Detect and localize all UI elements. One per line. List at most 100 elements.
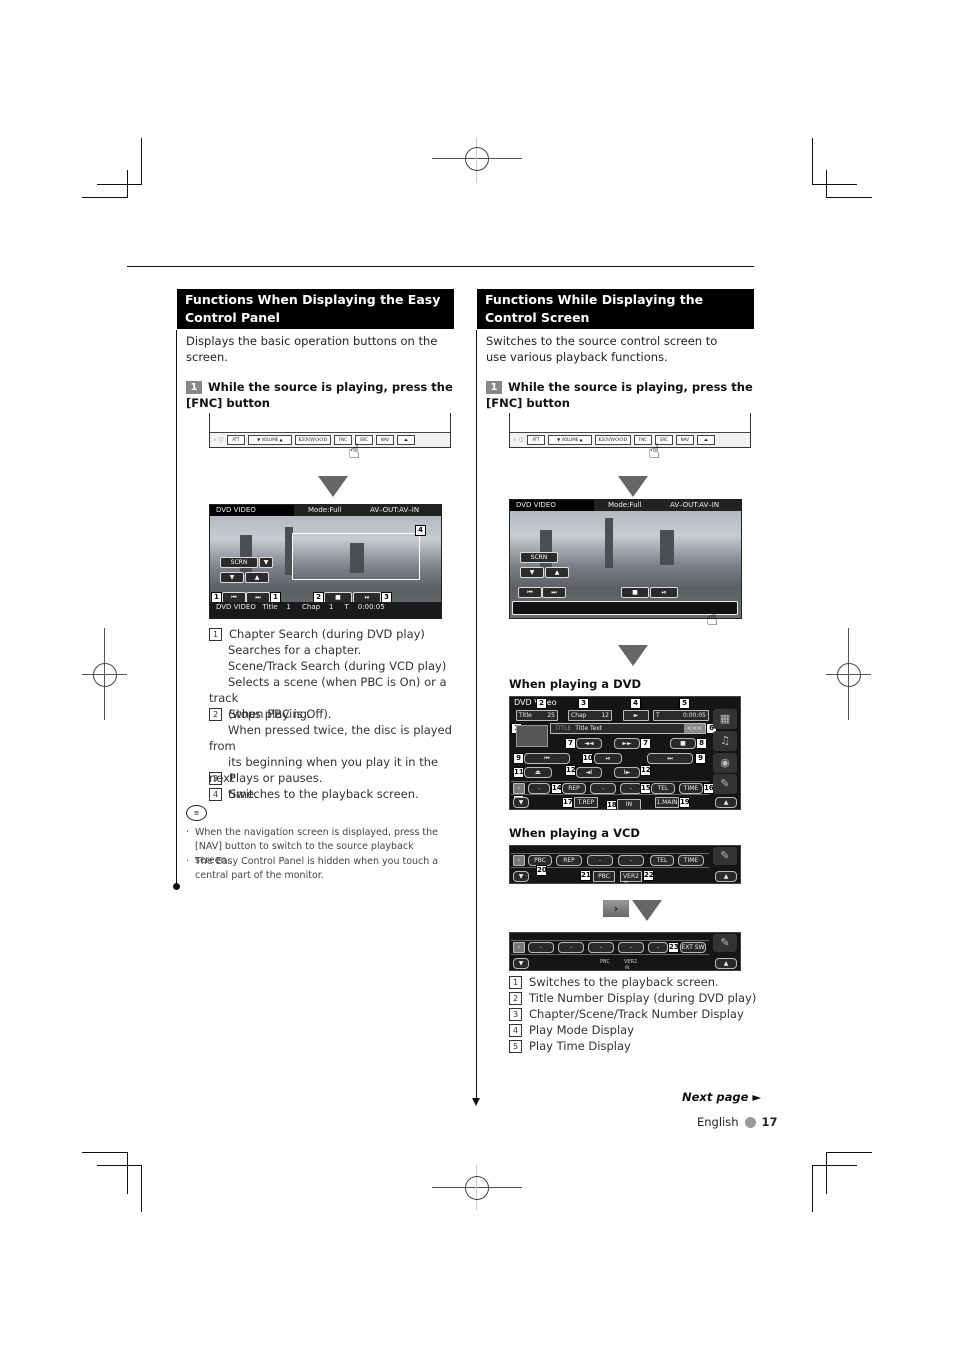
down-button[interactable]: ▼	[513, 958, 529, 969]
down-button[interactable]: ▼	[513, 797, 529, 808]
up-button[interactable]: ▲	[545, 567, 569, 578]
eject-button[interactable]: ⏏	[396, 435, 415, 445]
pbc-status: PBC	[600, 959, 610, 965]
playback-screen-button[interactable]	[516, 725, 548, 747]
dash-button[interactable]: -	[588, 942, 614, 953]
time-button[interactable]: TIME	[678, 855, 704, 866]
source-label: DVD VIDEO	[210, 505, 294, 516]
time-button[interactable]: TIME	[679, 783, 703, 794]
play-pause-button[interactable]: ⏯	[650, 587, 678, 598]
source-label: DVD VIDEO	[510, 500, 594, 511]
dash-button[interactable]: -	[587, 855, 613, 866]
legend-number: 2	[209, 708, 222, 721]
up-button[interactable]: ▲	[715, 797, 737, 808]
slow-forward-button[interactable]: I►	[614, 767, 640, 778]
repeat-button[interactable]: REP	[556, 855, 582, 866]
nav-button[interactable]: NAV	[375, 435, 394, 445]
tel-button[interactable]: TEL	[650, 855, 674, 866]
up-button[interactable]: ▲	[245, 572, 269, 583]
crop-mark	[812, 1165, 813, 1212]
dash-button[interactable]: -	[558, 942, 584, 953]
callout-23: 23	[668, 942, 679, 953]
prev-chapter-button[interactable]: ⏮	[524, 753, 570, 764]
legend-text: Switches to the playback screen.	[529, 975, 719, 989]
dash-button[interactable]: -	[618, 855, 644, 866]
eject-button[interactable]: ⏏	[696, 435, 715, 445]
volume-button[interactable]: ▼ VOLUME ▲	[547, 435, 592, 445]
callout-4: 4	[415, 525, 426, 536]
legend-text: Play Time Display	[529, 1039, 631, 1053]
in-status: IN	[617, 799, 641, 809]
step-1: 1 While the source is playing, press the …	[186, 379, 456, 411]
next-function-button[interactable]: ›	[513, 855, 525, 866]
volume-button[interactable]: ▼ VOLUME ▲	[247, 435, 292, 445]
down-button[interactable]: ▼	[513, 871, 529, 882]
att-button[interactable]: ATT	[226, 435, 245, 445]
title-text-display: TITLE Title Text <<<	[550, 723, 706, 734]
scrn-button[interactable]: SCRN	[520, 552, 558, 563]
down-button[interactable]: ▼	[220, 572, 244, 583]
eject-button[interactable]: ⏏	[524, 767, 552, 778]
setup-tools-icon[interactable]: ✎	[713, 934, 737, 952]
up-button[interactable]: ▲	[715, 958, 737, 969]
status-bar-touch-area[interactable]	[512, 601, 738, 615]
legend-text: Switches to the playback screen.	[229, 787, 419, 801]
next-chapter-button[interactable]: ⏭	[542, 587, 566, 598]
playback-area-frame[interactable]	[292, 533, 420, 580]
screen-status-top: DVD VIDEO Mode:Full AV–OUT:AV–IN	[510, 500, 741, 511]
legend-item-2: 2 Title Number Display (during DVD play)	[509, 990, 756, 1006]
setup-tools-icon[interactable]: ✎	[713, 774, 737, 794]
step-1: 1 While the source is playing, press the …	[486, 379, 756, 411]
registration-circle	[93, 663, 117, 687]
page-number: 17	[761, 1115, 778, 1129]
slow-reverse-button[interactable]: ◄I	[576, 767, 602, 778]
dash-button[interactable]: -	[618, 942, 644, 953]
scrn-menu-button[interactable]: ▼	[259, 557, 273, 568]
fast-rewind-button[interactable]: ◄◄	[576, 738, 602, 749]
up-button[interactable]: ▲	[715, 871, 737, 882]
dvd-control-screen: DVD Video 2 Title 25 3 Chap 12 4 ► 5 T 0…	[509, 696, 741, 810]
legend-item-4: 4 Switches to the playback screen.	[209, 786, 419, 802]
prev-chapter-button[interactable]: ⏮	[518, 587, 542, 598]
scrn-button[interactable]: SCRN	[220, 557, 258, 568]
att-button[interactable]: ATT	[526, 435, 545, 445]
down-button[interactable]: ▼	[520, 567, 544, 578]
in-status: IN	[625, 965, 630, 970]
next-page-link[interactable]: Next page ►	[682, 1090, 761, 1104]
head-unit-illustration: ◦ ♡ ATT ▼ VOLUME ▲ KENWOOD FNC SRC NAV ⏏	[209, 413, 451, 448]
ext-sw-button[interactable]: EXT SW	[680, 942, 706, 953]
play-pause-button[interactable]: ⏯	[594, 753, 622, 764]
dash-button[interactable]: -	[620, 783, 642, 794]
down-arrow-icon	[618, 476, 648, 497]
tel-button[interactable]: TEL	[651, 783, 675, 794]
in-status: IN	[624, 880, 629, 884]
note-icon: ≡	[186, 805, 207, 821]
next-function-button[interactable]: ›	[513, 783, 525, 794]
dash-button[interactable]: -	[590, 783, 616, 794]
speaker-icon[interactable]: ◉	[713, 753, 737, 773]
repeat-button[interactable]: REP	[562, 783, 586, 794]
dash-button[interactable]: -	[528, 783, 550, 794]
fast-forward-button[interactable]: ►►	[614, 738, 640, 749]
setup-tools-icon[interactable]: ✎	[713, 847, 737, 865]
next-chapter-button[interactable]: ⏭	[647, 753, 693, 764]
media-source-icon[interactable]: ♫	[713, 731, 737, 751]
av-out-label: AV–OUT:AV–IN	[370, 506, 420, 514]
play-mode-display: ►	[623, 710, 649, 721]
vcd-subheading: When playing a VCD	[509, 826, 640, 840]
legend-text: Chapter/Scene/Track Number Display	[529, 1007, 744, 1021]
stop-button[interactable]: ■	[621, 587, 649, 598]
city-skyline	[540, 530, 552, 570]
nav-button[interactable]: NAV	[675, 435, 694, 445]
menu-grid-icon[interactable]: ▦	[713, 709, 737, 729]
dash-button[interactable]: -	[648, 942, 668, 953]
stop-button[interactable]: ■	[670, 738, 696, 749]
legend-text: Scene/Track Search (during VCD play)	[228, 659, 447, 673]
down-arrow-icon	[618, 645, 648, 666]
next-function-button[interactable]: ›	[513, 942, 525, 953]
crop-mark	[141, 138, 142, 185]
dash-button[interactable]: -	[528, 942, 554, 953]
title-scroll[interactable]: <<<	[683, 724, 705, 733]
section-intro: Displays the basic operation buttons on …	[186, 334, 438, 364]
section-header-control-screen: Functions While Displaying the Control S…	[477, 289, 754, 329]
